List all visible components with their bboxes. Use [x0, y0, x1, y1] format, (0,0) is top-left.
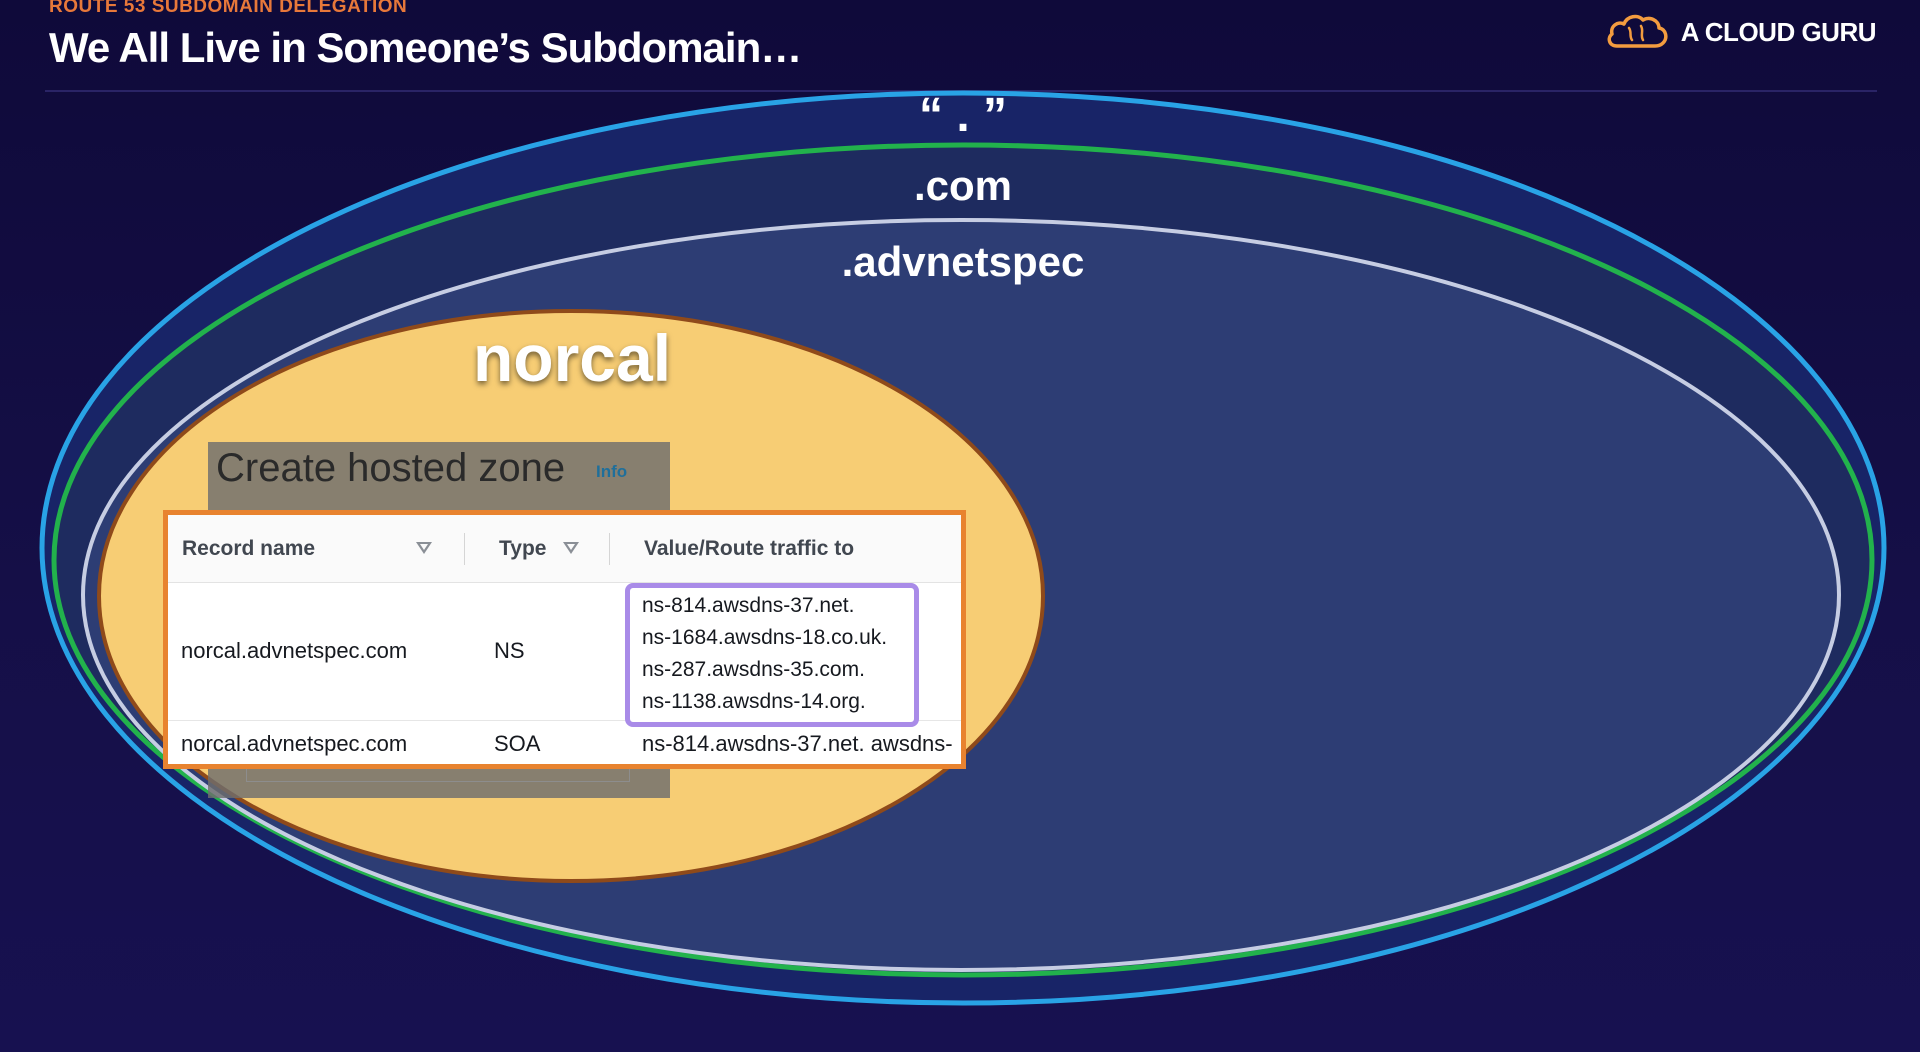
- column-divider: [464, 533, 465, 565]
- record-value-cell: ns-814.awsdns-37.net. awsdns-: [642, 731, 953, 756]
- nameserver-value: ns-287.awsdns-35.com.: [642, 658, 865, 681]
- records-table-header: Record name Type Value/Route traffic to: [168, 515, 961, 583]
- record-name-cell: norcal.advnetspec.com: [181, 731, 408, 756]
- column-type[interactable]: Type: [499, 537, 546, 561]
- nameserver-value: ns-814.awsdns-37.net.: [642, 594, 855, 617]
- record-type-cell: SOA: [494, 731, 541, 756]
- sort-triangle-icon[interactable]: [563, 542, 579, 554]
- nameserver-value: ns-1138.awsdns-14.org.: [642, 690, 866, 713]
- record-name-cell: norcal.advnetspec.com: [181, 638, 408, 663]
- table-row[interactable]: norcal.advnetspec.com NS ns-814.awsdns-3…: [168, 583, 961, 727]
- records-table: Record name Type Value/Route traffic to …: [163, 510, 966, 769]
- column-value: Value/Route traffic to: [644, 537, 855, 560]
- record-type-cell: NS: [494, 638, 525, 663]
- column-divider: [609, 533, 610, 565]
- norcal-zone-label: norcal: [472, 321, 672, 395]
- column-record-name[interactable]: Record name: [182, 537, 315, 561]
- info-link[interactable]: Info: [596, 462, 627, 482]
- advnetspec-zone-label: .advnetspec: [841, 238, 1085, 285]
- nameserver-value: ns-1684.awsdns-18.co.uk.: [642, 626, 888, 649]
- table-row[interactable]: norcal.advnetspec.com SOA ns-814.awsdns-…: [168, 721, 961, 764]
- com-zone-label: .com: [913, 162, 1013, 209]
- ns-values-highlight: ns-814.awsdns-37.net. ns-1684.awsdns-18.…: [625, 583, 919, 727]
- sort-triangle-icon[interactable]: [416, 542, 432, 554]
- root-zone-label: “ . ”: [918, 89, 1008, 142]
- slide: ROUTE 53 SUBDOMAIN DELEGATION We All Liv…: [0, 0, 1920, 1052]
- hosted-zone-heading: Create hosted zone: [216, 446, 566, 490]
- hosted-zone-field: [246, 768, 630, 782]
